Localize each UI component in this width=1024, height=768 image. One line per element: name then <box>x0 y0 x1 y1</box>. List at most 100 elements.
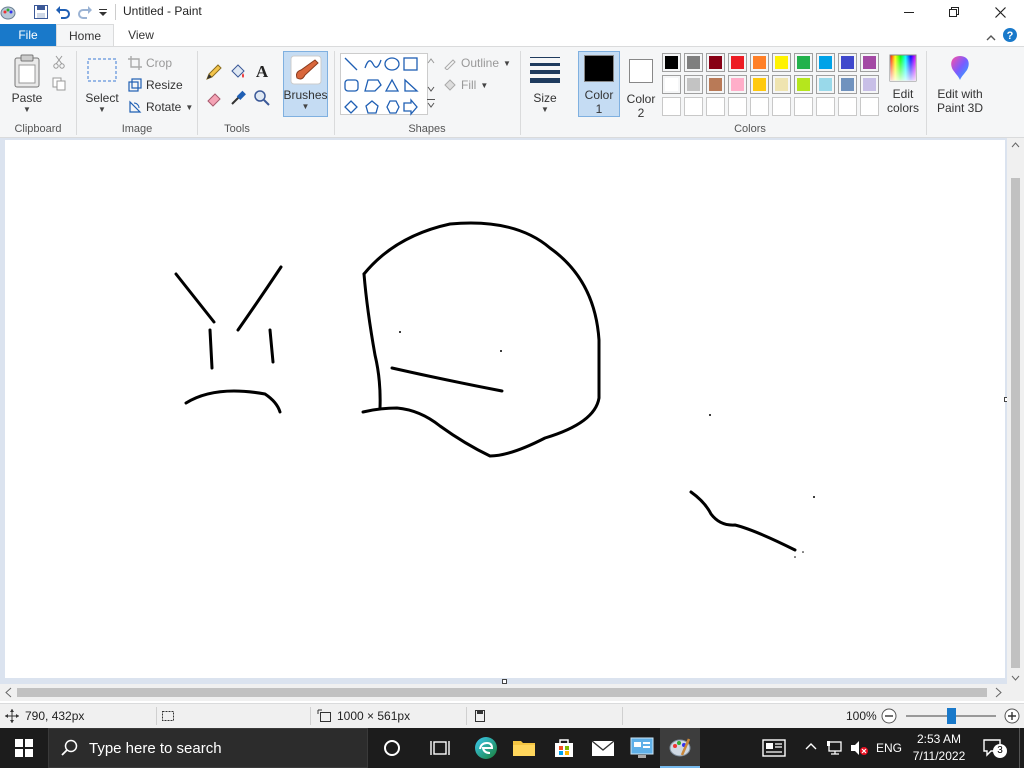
palette-swatch[interactable] <box>662 75 681 94</box>
palette-swatch[interactable] <box>816 75 835 94</box>
undo-icon[interactable] <box>55 4 71 20</box>
zoom-in-button[interactable] <box>1004 708 1020 724</box>
eraser-icon[interactable] <box>205 89 223 110</box>
help-icon[interactable]: ? <box>1002 27 1018 43</box>
pencil-icon[interactable] <box>205 63 223 84</box>
crop-icon <box>128 56 142 70</box>
custom-color-slot[interactable] <box>662 97 681 116</box>
show-hidden-icons-button[interactable] <box>804 740 818 757</box>
vertical-scrollbar[interactable] <box>1007 138 1024 686</box>
collapse-ribbon-icon[interactable] <box>986 31 996 45</box>
paint-app-icon <box>669 738 691 757</box>
restore-button[interactable] <box>931 0 977 24</box>
custom-color-slot[interactable] <box>750 97 769 116</box>
palette-swatch[interactable] <box>794 75 813 94</box>
drawing-canvas[interactable] <box>5 140 1005 678</box>
tab-home[interactable]: Home <box>56 24 114 46</box>
palette-swatch[interactable] <box>728 53 747 72</box>
size-button[interactable]: Size ▼ <box>527 55 563 114</box>
tab-file[interactable]: File <box>0 24 56 46</box>
language-indicator[interactable]: ENG <box>876 741 902 755</box>
network-tray-button[interactable] <box>826 739 844 760</box>
text-tool-icon[interactable]: A <box>253 61 271 84</box>
volume-tray-button[interactable] <box>849 739 869 760</box>
custom-color-slot[interactable] <box>816 97 835 116</box>
cut-icon[interactable] <box>52 55 66 72</box>
custom-color-slot[interactable] <box>860 97 879 116</box>
save-icon[interactable] <box>33 4 49 20</box>
store-icon <box>555 739 573 757</box>
cortana-button[interactable] <box>372 728 412 768</box>
file-explorer-taskbar-button[interactable] <box>504 728 544 768</box>
outline-icon <box>444 59 456 70</box>
copy-icon[interactable] <box>52 77 66 94</box>
paint3d-label: Edit with <box>937 87 983 101</box>
select-button[interactable]: Select ▼ <box>84 57 120 114</box>
minimize-button[interactable] <box>886 0 932 24</box>
outline-button[interactable]: Outline ▼ <box>443 53 511 73</box>
palette-swatch[interactable] <box>728 75 747 94</box>
palette-swatch[interactable] <box>684 75 703 94</box>
fill-bucket-icon[interactable] <box>229 63 247 84</box>
palette-swatch[interactable] <box>816 53 835 72</box>
custom-color-slot[interactable] <box>728 97 747 116</box>
rotate-button[interactable]: Rotate ▼ <box>128 97 193 117</box>
redo-icon[interactable] <box>77 4 93 20</box>
horizontal-scrollbar[interactable] <box>0 684 1024 701</box>
palette-swatch[interactable] <box>750 53 769 72</box>
svg-text:?: ? <box>1007 30 1014 42</box>
brushes-button[interactable]: Brushes ▼ <box>283 51 328 117</box>
palette-swatch[interactable] <box>750 75 769 94</box>
color1-button[interactable]: Color 1 <box>578 51 620 117</box>
status-bar: 790, 432px 1000 × 561px 100% <box>0 703 1024 728</box>
clock-date[interactable]: 7/11/2022 <box>908 749 970 763</box>
color-picker-icon[interactable] <box>229 89 247 110</box>
paste-button[interactable]: Paste ▼ <box>8 53 46 114</box>
crop-button[interactable]: Crop <box>128 53 172 73</box>
customize-qat-icon[interactable] <box>98 4 114 20</box>
palette-swatch[interactable] <box>860 53 879 72</box>
magnifier-icon[interactable] <box>253 89 271 110</box>
mail-taskbar-button[interactable] <box>583 728 623 768</box>
resize-button[interactable]: Resize <box>128 75 183 95</box>
paint-app-icon[interactable] <box>0 4 16 20</box>
news-widget-button[interactable] <box>754 728 794 768</box>
palette-swatch[interactable] <box>706 53 725 72</box>
clock-time[interactable]: 2:53 AM <box>908 732 970 746</box>
palette-swatch[interactable] <box>838 75 857 94</box>
edit-colors-button[interactable]: Edit colors <box>882 53 924 115</box>
palette-swatch[interactable] <box>794 53 813 72</box>
edit-with-paint3d-button[interactable]: Edit with Paint 3D <box>934 53 986 115</box>
zoom-slider-thumb[interactable] <box>946 708 956 724</box>
diamond-shape-icon <box>344 100 358 114</box>
custom-color-slot[interactable] <box>794 97 813 116</box>
custom-color-slot[interactable] <box>772 97 791 116</box>
zoom-out-button[interactable] <box>881 708 897 724</box>
palette-swatch[interactable] <box>662 53 681 72</box>
edge-taskbar-button[interactable] <box>466 728 506 768</box>
chevron-down-icon: ▼ <box>541 105 549 114</box>
palette-swatch[interactable] <box>772 75 791 94</box>
palette-swatch[interactable] <box>772 53 791 72</box>
show-desktop-button[interactable] <box>1019 728 1020 768</box>
paint-taskbar-button[interactable] <box>660 728 700 768</box>
palette-swatch[interactable] <box>860 75 879 94</box>
mail-icon <box>591 740 615 756</box>
palette-swatch[interactable] <box>838 53 857 72</box>
tab-view[interactable]: View <box>116 24 166 46</box>
control-panel-taskbar-button[interactable] <box>622 728 662 768</box>
custom-color-slot[interactable] <box>838 97 857 116</box>
store-taskbar-button[interactable] <box>544 728 584 768</box>
shapes-scroll[interactable] <box>425 53 437 115</box>
fill-button[interactable]: Fill ▼ <box>443 75 488 95</box>
palette-swatch[interactable] <box>706 75 725 94</box>
task-view-button[interactable] <box>420 728 460 768</box>
taskbar-search-box[interactable]: Type here to search <box>48 728 368 768</box>
palette-swatch[interactable] <box>684 53 703 72</box>
shapes-gallery[interactable] <box>340 53 428 116</box>
start-button[interactable] <box>4 728 44 768</box>
close-button[interactable] <box>977 0 1023 24</box>
color2-button[interactable]: Color 2 <box>622 51 660 120</box>
custom-color-slot[interactable] <box>706 97 725 116</box>
custom-color-slot[interactable] <box>684 97 703 116</box>
